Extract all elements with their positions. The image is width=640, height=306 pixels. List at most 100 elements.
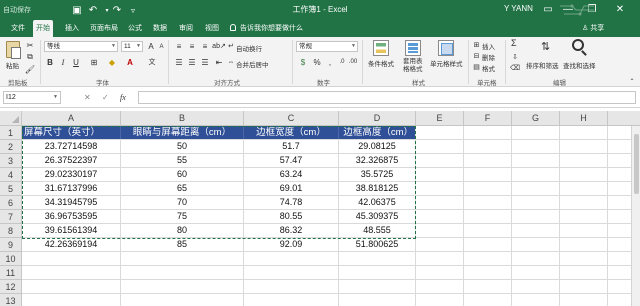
format-painter-icon[interactable]: 🖌 (24, 64, 36, 74)
table-cell[interactable]: 42.06375 (339, 196, 416, 210)
align-top-icon[interactable]: ≡ (173, 41, 185, 51)
table-cell[interactable]: 60 (121, 168, 244, 182)
name-box[interactable]: I12 ▼ (3, 91, 61, 104)
sort-filter-button[interactable]: 排序和筛选 (526, 60, 559, 70)
table-cell[interactable]: 34.31945795 (22, 196, 121, 210)
delete-cells-button[interactable]: 删除 (482, 52, 495, 62)
cell-styles-icon[interactable] (438, 40, 454, 56)
table-cell[interactable]: 31.67137996 (22, 182, 121, 196)
column-header-b[interactable]: B (121, 111, 244, 126)
table-header-bezel-width[interactable]: 边框宽度（cm） (244, 126, 339, 140)
align-left-icon[interactable]: ☰ (173, 57, 185, 67)
column-header-f[interactable]: F (464, 111, 512, 126)
worksheet-grid[interactable]: A B C D E F G H 1 2 3 4 5 6 7 8 9 10 11 … (0, 111, 640, 306)
table-header-eye-distance[interactable]: 眼睛与屏幕距离（cm） (121, 126, 244, 140)
tab-data[interactable]: 数据 (150, 20, 170, 37)
bold-button[interactable]: B (45, 57, 55, 67)
table-header-screen-size[interactable]: 屏幕尺寸（英寸） (22, 126, 121, 140)
table-cell[interactable]: 51.800625 (339, 238, 416, 252)
table-cell[interactable]: 48.555 (339, 224, 416, 238)
row-header-2[interactable]: 2 (0, 140, 22, 154)
sort-filter-icon[interactable]: ⇅ (541, 40, 550, 53)
paste-icon[interactable] (6, 41, 21, 59)
table-cell[interactable]: 80 (121, 224, 244, 238)
table-cell[interactable]: 86.32 (244, 224, 339, 238)
table-cell[interactable]: 32.326875 (339, 154, 416, 168)
percent-icon[interactable]: % (312, 57, 322, 67)
row-header-3[interactable]: 3 (0, 154, 22, 168)
table-header-bezel-height[interactable]: 边框高度（cm） (339, 126, 416, 140)
insert-cells-button[interactable]: 插入 (482, 41, 495, 51)
clear-icon[interactable]: ⌫ (510, 63, 520, 72)
table-cell[interactable]: 69.01 (244, 182, 339, 196)
close-icon[interactable]: ✕ (612, 2, 628, 17)
comma-icon[interactable]: , (325, 57, 335, 67)
format-as-table-icon[interactable] (405, 40, 421, 56)
table-cell[interactable]: 74.78 (244, 196, 339, 210)
row-header-10[interactable]: 10 (0, 252, 22, 266)
row-header-1[interactable]: 1 (0, 126, 22, 140)
shrink-font-button[interactable]: A (157, 42, 166, 52)
restore-icon[interactable]: ❐ (584, 2, 600, 17)
formula-input[interactable] (138, 91, 636, 104)
row-header-11[interactable]: 11 (0, 266, 22, 280)
table-cell[interactable]: 75 (121, 210, 244, 224)
table-cell[interactable]: 42.26369194 (22, 238, 121, 252)
table-cell[interactable]: 51.7 (244, 140, 339, 154)
table-cell[interactable]: 70 (121, 196, 244, 210)
cut-icon[interactable]: ✂ (24, 40, 36, 50)
row-header-13[interactable]: 13 (0, 294, 22, 306)
table-cell[interactable]: 45.309375 (339, 210, 416, 224)
collapse-ribbon-icon[interactable]: ⌃ (628, 77, 636, 85)
borders-icon[interactable]: ⊞ (88, 57, 100, 67)
minimize-icon[interactable]: — (560, 2, 576, 17)
tab-review[interactable]: 审阅 (176, 20, 196, 37)
column-header-h[interactable]: H (560, 111, 608, 126)
find-select-icon[interactable] (572, 39, 584, 51)
orientation-icon[interactable]: ab↗ (212, 41, 226, 51)
align-middle-icon[interactable]: ≡ (186, 41, 198, 51)
increase-decimal-icon[interactable]: .0 (337, 57, 347, 67)
tab-view[interactable]: 视图 (202, 20, 222, 37)
row-header-5[interactable]: 5 (0, 182, 22, 196)
confirm-entry-icon[interactable]: ✓ (102, 91, 109, 104)
table-cell[interactable]: 29.08125 (339, 140, 416, 154)
table-cell[interactable]: 35.5725 (339, 168, 416, 182)
phonetic-icon[interactable]: 文 (146, 57, 158, 67)
user-name[interactable]: Y YANN (504, 4, 533, 13)
row-header-4[interactable]: 4 (0, 168, 22, 182)
table-cell[interactable]: 39.61561394 (22, 224, 121, 238)
copy-icon[interactable]: ⧉ (24, 52, 36, 62)
table-cell[interactable]: 57.47 (244, 154, 339, 168)
table-cell[interactable]: 36.96753595 (22, 210, 121, 224)
decrease-decimal-icon[interactable]: .00 (348, 57, 358, 67)
vertical-scrollbar[interactable] (631, 126, 640, 306)
autosum-icon[interactable]: Σ (511, 38, 517, 48)
table-cell[interactable]: 92.09 (244, 238, 339, 252)
table-cell[interactable]: 29.02330197 (22, 168, 121, 182)
font-color-icon[interactable]: A (124, 57, 136, 67)
tab-home[interactable]: 开始 (33, 20, 53, 37)
row-header-9[interactable]: 9 (0, 238, 22, 252)
table-cell[interactable]: 50 (121, 140, 244, 154)
table-cell[interactable]: 65 (121, 182, 244, 196)
table-cell[interactable]: 38.818125 (339, 182, 416, 196)
table-cell[interactable]: 26.37522397 (22, 154, 121, 168)
conditional-format-button[interactable]: 条件格式 (368, 58, 394, 68)
table-cell[interactable]: 63.24 (244, 168, 339, 182)
align-center-icon[interactable]: ☰ (186, 57, 198, 67)
tab-insert[interactable]: 插入 (62, 20, 82, 37)
underline-button[interactable]: U (71, 57, 81, 67)
insert-function-icon[interactable]: fx (120, 91, 126, 104)
format-cells-button[interactable]: 格式 (482, 63, 495, 73)
font-size-dropdown[interactable]: 11 ▼ (121, 41, 143, 52)
format-as-table-button[interactable]: 套用表格格式 (403, 58, 427, 74)
row-header-8[interactable]: 8 (0, 224, 22, 238)
table-cell[interactable]: 23.72714598 (22, 140, 121, 154)
share-button[interactable]: ♙ 共享 (582, 20, 604, 37)
number-format-dropdown[interactable]: 常规 ▼ (296, 41, 358, 52)
ribbon-display-icon[interactable]: ▭ (540, 2, 556, 17)
column-header-a[interactable]: A (22, 111, 121, 126)
tab-file[interactable]: 文件 (8, 20, 28, 37)
column-header-d[interactable]: D (339, 111, 416, 126)
